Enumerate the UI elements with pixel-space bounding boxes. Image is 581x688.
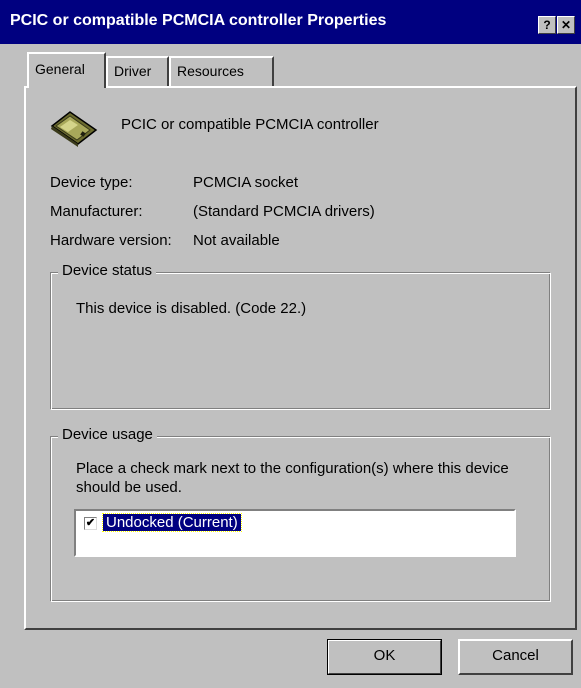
- device-status-legend: Device status: [58, 262, 157, 279]
- device-type-value: PCMCIA socket: [193, 174, 299, 191]
- help-button[interactable]: ?: [538, 16, 556, 34]
- tab-resources[interactable]: Resources: [169, 56, 274, 86]
- device-type-label: Device type:: [50, 174, 133, 191]
- undocked-checkbox[interactable]: ✔: [84, 517, 97, 530]
- hardware-version-label: Hardware version:: [50, 232, 172, 249]
- undocked-config-label[interactable]: Undocked (Current): [102, 513, 242, 532]
- device-usage-instructions: Place a check mark next to the configura…: [76, 460, 509, 496]
- configuration-list[interactable]: ✔ Undocked (Current): [74, 509, 516, 557]
- tab-driver[interactable]: Driver: [106, 56, 169, 86]
- window-title: PCIC or compatible PCMCIA controller Pro…: [10, 12, 387, 29]
- tab-driver-label: Driver: [114, 63, 152, 79]
- pcmcia-card-icon: [48, 108, 100, 152]
- manufacturer-label: Manufacturer:: [50, 203, 143, 220]
- ok-button[interactable]: OK: [327, 639, 442, 675]
- properties-dialog: PCIC or compatible PCMCIA controller Pro…: [0, 0, 581, 688]
- cancel-button[interactable]: Cancel: [458, 639, 573, 675]
- tab-resources-label: Resources: [177, 63, 244, 79]
- device-name: PCIC or compatible PCMCIA controller: [121, 116, 379, 133]
- title-bar[interactable]: PCIC or compatible PCMCIA controller Pro…: [0, 0, 581, 44]
- device-status-group: [50, 272, 551, 410]
- tab-general[interactable]: General: [27, 52, 106, 88]
- device-status-text: This device is disabled. (Code 22.): [76, 300, 307, 317]
- device-usage-legend: Device usage: [58, 426, 157, 443]
- hardware-version-value: Not available: [193, 232, 280, 249]
- tab-general-label: General: [35, 61, 85, 77]
- close-button[interactable]: ✕: [557, 16, 575, 34]
- manufacturer-value: (Standard PCMCIA drivers): [193, 203, 375, 220]
